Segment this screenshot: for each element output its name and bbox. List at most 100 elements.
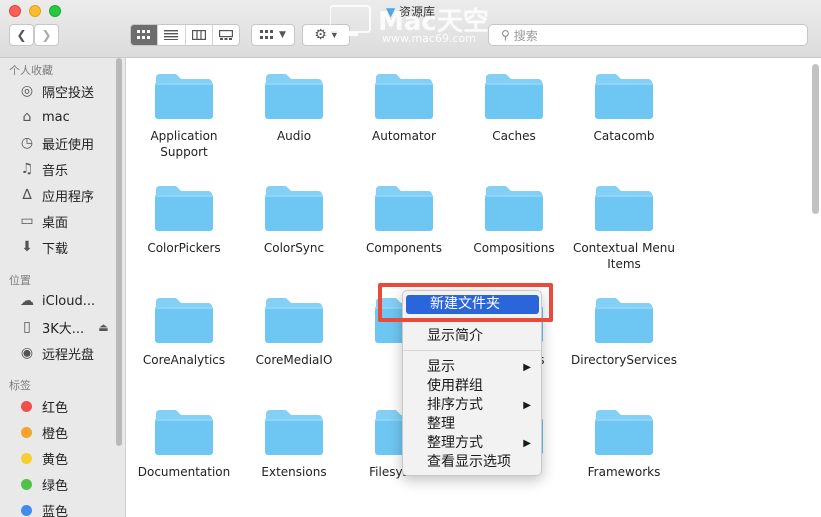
menu-item-label: 查看显示选项 [427,454,511,470]
gallery-icon [218,30,233,40]
folder-label: ColorPickers [147,241,221,255]
eject-icon[interactable]: ⏏ [98,321,108,334]
home-icon: ⌂ [22,109,32,125]
toolbar: ▼ 资源库 ❮ ❯ ▼ ⚙ ▼ ⚲ 搜索 Mac天空 www.mac69.com [0,0,821,58]
folder-item[interactable]: CoreAnalytics [129,296,239,368]
sidebar-item-label: 隔空投送 [42,85,95,101]
sidebar-item[interactable]: ▯ 3K大... ⏏ [18,316,108,338]
folder-label: Catacomb [593,129,655,143]
menu-item[interactable]: 显示简介 [403,327,543,346]
folder-icon-small: ▼ [385,5,396,19]
folder-icon [485,186,543,231]
folder-label: Frameworks [587,465,661,479]
sidebar-item[interactable]: ▭ 桌面 [18,210,68,232]
sidebar-scrollbar[interactable] [116,58,122,446]
chevron-down-icon: ▼ [330,30,338,40]
music-icon: ♫ [20,161,34,177]
optical-disc-icon: ◉ [20,345,34,361]
search-placeholder: 搜索 [513,28,538,43]
sidebar-item[interactable]: ☁ iCloud... [18,290,95,312]
applications-icon: ∆ [22,187,32,203]
folder-icon [265,186,323,231]
tag-color-dot [21,426,32,438]
sidebar-item[interactable]: ◎ 隔空投送 [18,80,94,102]
search-field[interactable]: ⚲ 搜索 [488,24,808,46]
sidebar-item[interactable]: ⬇ 下载 [18,236,68,258]
view-mode-segmented-control[interactable] [130,24,240,46]
folder-icon [155,74,213,119]
submenu-arrow-icon: ▶ [523,362,531,373]
folder-item[interactable]: Application Support [129,72,239,160]
folder-item[interactable]: DirectoryServices [569,296,679,368]
sidebar-item[interactable]: 蓝色 [18,499,68,517]
folder-label: DirectoryServices [571,353,677,367]
folder-label: Contextual Menu Items [572,241,676,271]
svg-text:www.mac69.com: www.mac69.com [382,32,476,44]
content-scrollbar[interactable] [812,64,819,214]
sidebar-item-label: 桌面 [42,215,69,231]
sidebar-item[interactable]: 橙色 [18,421,68,443]
menu-item[interactable]: 使用群组 [403,377,543,396]
menu-item[interactable]: 整理 [403,415,543,434]
folder-label: Audio [276,129,312,143]
action-button[interactable]: ⚙ ▼ [302,24,350,46]
folder-item[interactable]: Caches [459,72,569,144]
menu-item[interactable]: 整理方式 ▶ [403,434,543,453]
folder-item[interactable]: Compositions [459,184,569,256]
sidebar-item[interactable]: 绿色 [18,473,68,495]
chevron-left-icon: ❮ [16,28,27,42]
sidebar-item[interactable]: ⌂ mac [18,106,70,128]
submenu-arrow-icon: ▶ [523,400,531,411]
menu-item[interactable]: 显示 ▶ [403,358,543,377]
folder-icon [595,74,653,119]
folder-item[interactable]: Contextual Menu Items [569,184,679,272]
gallery-view-button[interactable] [212,25,239,45]
folder-label: Components [366,241,442,255]
list-view-button[interactable] [158,25,186,45]
folder-icon [485,74,543,119]
list-icon [164,30,179,40]
sidebar-item[interactable]: ◷ 最近使用 [18,132,94,154]
group-by-button[interactable]: ▼ [251,24,295,46]
folder-label: Compositions [473,241,555,255]
sidebar-item[interactable]: ∆ 应用程序 [18,184,94,206]
menu-separator [403,350,541,351]
folder-label: Application Support [150,129,218,159]
desktop-icon: ▭ [20,213,34,229]
menu-item-label: 整理方式 [427,435,483,451]
sidebar-item[interactable]: ♫ 音乐 [18,158,68,180]
folder-item[interactable]: ColorSync [239,184,349,256]
folder-item[interactable]: Catacomb [569,72,679,144]
sidebar-item[interactable]: ◉ 远程光盘 [18,342,94,364]
folder-icon [155,298,213,343]
chevron-down-icon: ▼ [279,30,286,40]
folder-icon [155,186,213,231]
cloud-icon: ☁ [20,293,34,309]
icon-view-button[interactable] [131,25,159,45]
folder-item[interactable]: Documentation [129,408,239,480]
column-view-button[interactable] [185,25,213,45]
back-button[interactable]: ❮ [9,24,34,46]
gear-icon: ⚙ [314,27,327,43]
sidebar-item-label: 红色 [42,400,69,416]
folder-item[interactable]: Extensions [239,408,349,480]
forward-button[interactable]: ❯ [34,24,59,46]
folder-item[interactable]: ColorPickers [129,184,239,256]
window-title-bar: ▼ 资源库 [0,3,821,20]
sidebar-item-label: 蓝色 [42,504,69,517]
folder-item[interactable]: Automator [349,72,459,144]
folder-item[interactable]: Audio [239,72,349,144]
folder-item[interactable]: Components [349,184,459,256]
search-icon: ⚲ [501,28,510,42]
sidebar-item-label: 绿色 [42,478,69,494]
folder-item[interactable]: Frameworks [569,408,679,480]
sidebar-item[interactable]: 红色 [18,395,68,417]
menu-item[interactable]: 查看显示选项 [403,453,543,472]
folder-icon [595,298,653,343]
sidebar-item[interactable]: 黄色 [18,447,68,469]
sidebar-section-title: 位置 [9,274,31,287]
menu-item[interactable]: 排序方式 ▶ [403,396,543,415]
sidebar-item-label: 音乐 [42,163,69,179]
folder-item[interactable]: CoreMediaIO [239,296,349,368]
sidebar: 个人收藏 ◎ 隔空投送 ⌂ mac ◷ 最近使用 ♫ 音乐 ∆ 应用程序 ▭ 桌面 ⬇ 下载 位置 ☁ iClou… [0,58,126,517]
